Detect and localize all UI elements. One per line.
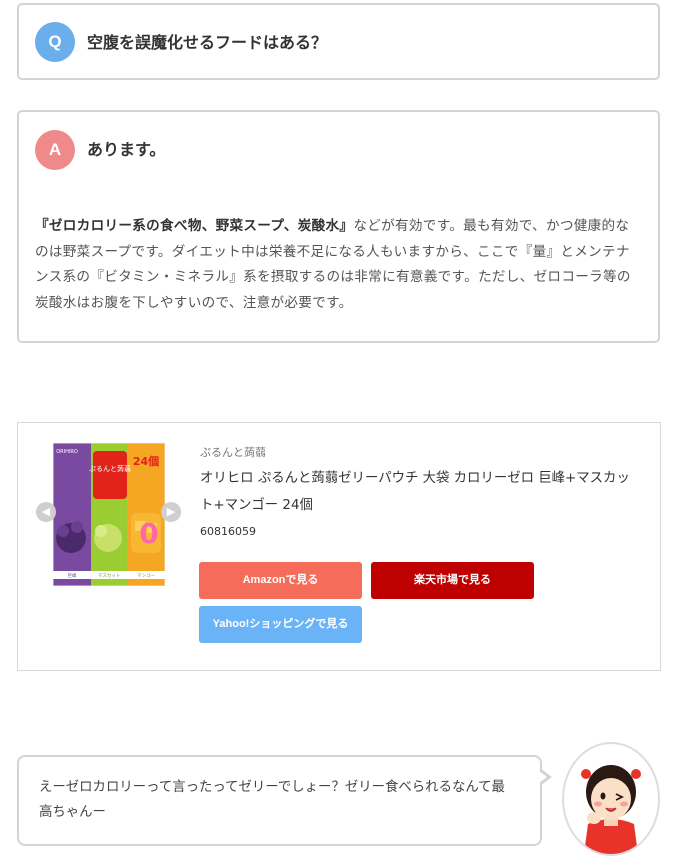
product-image-zero: 0 — [139, 517, 158, 550]
product-image-count: 24個 — [133, 454, 159, 468]
product-id: 60816059 — [200, 525, 256, 538]
flavor-label-mango: マンゴー — [137, 572, 155, 579]
flavor-label-grape: 巨峰 — [68, 572, 77, 579]
answer-badge: A — [35, 130, 75, 170]
chevron-left-icon[interactable]: ◀ — [36, 502, 56, 522]
speech-bubble: えーゼロカロリーって言ったってゼリーでしょー？ゼリー食べられるなんて最高ちゃんー — [17, 755, 542, 846]
avatar — [562, 742, 660, 856]
flavor-label-muscat: マスカット — [98, 573, 121, 579]
speech-tail-inner — [539, 771, 547, 783]
answer-body: 『ゼロカロリー系の食べ物、野菜スープ、炭酸水』などが有効です。最も有効で、かつ健… — [35, 214, 635, 316]
answer-title: あります。 — [87, 140, 166, 159]
question-box: Q 空腹を誤魔化せるフードはある？ — [17, 3, 660, 80]
chevron-right-icon[interactable]: ▶ — [161, 502, 181, 522]
amazon-button[interactable]: Amazonで見る — [199, 562, 362, 599]
speech-text: えーゼロカロリーって言ったってゼリーでしょー？ゼリー食べられるなんて最高ちゃんー — [39, 780, 505, 820]
product-image[interactable]: ぷるんと蒟蒻 24個 ORIHIRO 0 巨峰 マスカット マンゴー — [53, 443, 165, 586]
product-card: ぷるんと蒟蒻 24個 ORIHIRO 0 巨峰 マスカット マンゴー ◀ ▶ ぷ… — [17, 422, 661, 671]
yahoo-shopping-button[interactable]: Yahoo!ショッピングで見る — [199, 606, 362, 643]
product-brand: ぷるんと蒟蒻 — [200, 446, 266, 459]
question-text: 空腹を誤魔化せるフードはある？ — [87, 33, 328, 52]
question-badge: Q — [35, 22, 75, 62]
product-image-maker: ORIHIRO — [56, 449, 78, 455]
answer-box: A あります。 『ゼロカロリー系の食べ物、野菜スープ、炭酸水』などが有効です。最… — [17, 110, 660, 343]
answer-body-highlight: 『ゼロカロリー系の食べ物、野菜スープ、炭酸水』 — [35, 218, 354, 234]
rakuten-button[interactable]: 楽天市場で見る — [371, 562, 534, 599]
product-image-line: ぷるんと蒟蒻 — [89, 464, 131, 473]
product-name[interactable]: オリヒロ ぷるんと蒟蒻ゼリーパウチ 大袋 カロリーゼロ 巨峰+マスカット+マンゴ… — [200, 465, 640, 519]
girl-illustration-icon — [581, 765, 641, 854]
